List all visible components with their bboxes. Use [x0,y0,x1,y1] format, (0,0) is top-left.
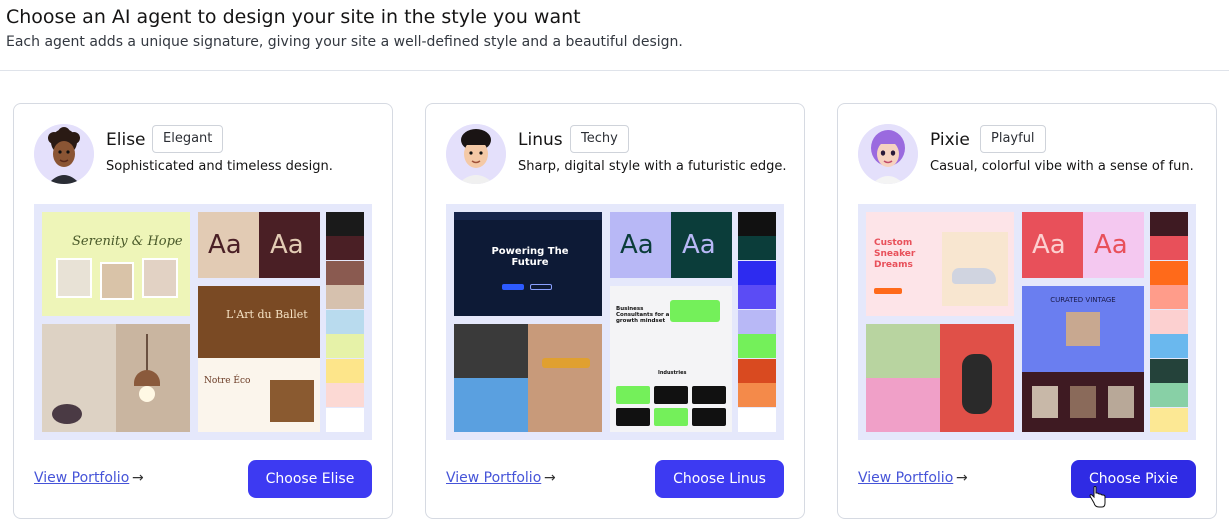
palette-swatch [738,212,776,236]
style-preview-elise: Serenity & Hope Aa Aa L'Art du Ballet No… [34,204,372,440]
arrow-right-icon: → [956,470,968,486]
preview-typography: Aa Aa [610,212,732,278]
agent-name: Elise [106,130,146,150]
palette-swatch [326,236,364,260]
agent-name: Pixie [930,130,970,150]
avatar-elise [34,124,94,184]
preview-typography: Aa Aa [1022,212,1144,278]
palette-swatch [1150,383,1188,407]
agent-description: Casual, colorful vibe with a sense of fu… [930,159,1194,174]
palette-swatch [326,408,364,432]
palette-swatch [326,334,364,358]
palette-swatch [1150,310,1188,334]
palette-swatch [1150,334,1188,358]
choose-elise-button[interactable]: Choose Elise [248,460,372,498]
agent-card-pixie: Pixie Playful Casual, colorful vibe with… [837,103,1217,519]
style-preview-linus: Powering The Future Aa Aa Business Consu… [446,204,784,440]
palette-swatch [738,261,776,285]
palette-swatch [738,359,776,383]
palette-swatch [1150,212,1188,236]
palette-swatch [1150,408,1188,432]
preview-hero-panel: Custom Sneaker Dreams [866,212,1014,316]
palette-swatch [326,359,364,383]
view-portfolio-link[interactable]: View Portfolio [446,470,541,486]
palette-swatch [326,285,364,309]
style-tag: Elegant [152,125,224,153]
page-subtitle: Each agent adds a unique signature, givi… [6,34,683,50]
palette-swatch [1150,285,1188,309]
palette-swatch [738,408,776,432]
avatar-pixie [858,124,918,184]
agent-description: Sophisticated and timeless design. [106,159,333,174]
style-preview-pixie: Custom Sneaker Dreams Aa Aa CURATED VINT… [858,204,1196,440]
avatar-linus [446,124,506,184]
preview-typography: Aa Aa [198,212,320,278]
page-header: Choose an AI agent to design your site i… [0,0,1229,71]
page-title: Choose an AI agent to design your site i… [6,6,581,28]
preview-ballet-panel: L'Art du Ballet Notre Éco [198,286,320,432]
palette-swatch [738,383,776,407]
palette-swatch [326,212,364,236]
choose-linus-button[interactable]: Choose Linus [655,460,784,498]
view-portfolio-link[interactable]: View Portfolio [34,470,129,486]
palette-swatch [738,285,776,309]
hand-pointer-icon [1089,486,1106,508]
palette-swatch [1150,359,1188,383]
palette-swatch [738,236,776,260]
style-tag: Playful [980,125,1046,153]
preview-hero-text: Serenity & Hope [72,234,183,249]
preview-hero-panel: Powering The Future [454,212,602,316]
palette-swatch [1150,261,1188,285]
preview-tech-image [454,324,602,432]
preview-hero-panel: Serenity & Hope [42,212,190,316]
palette-swatch [326,310,364,334]
palette-swatch [326,261,364,285]
arrow-right-icon: → [132,470,144,486]
arrow-right-icon: → [544,470,556,486]
view-portfolio-link[interactable]: View Portfolio [858,470,953,486]
style-tag: Techy [570,125,629,153]
preview-vintage-panel: CURATED VINTAGE [1022,286,1144,432]
palette-swatch [326,383,364,407]
agent-card-elise: Elise Elegant Sophisticated and timeless… [13,103,393,519]
agent-name: Linus [518,130,563,150]
palette-swatch [738,334,776,358]
preview-playful-image [866,324,1014,432]
agent-card-linus: Linus Techy Sharp, digital style with a … [425,103,805,519]
palette-swatch [1150,236,1188,260]
preview-lamp-image [42,324,190,432]
preview-consult-panel: Business Consultants for a growth mindse… [610,286,732,432]
palette-swatch [738,310,776,334]
agent-description: Sharp, digital style with a futuristic e… [518,159,787,174]
